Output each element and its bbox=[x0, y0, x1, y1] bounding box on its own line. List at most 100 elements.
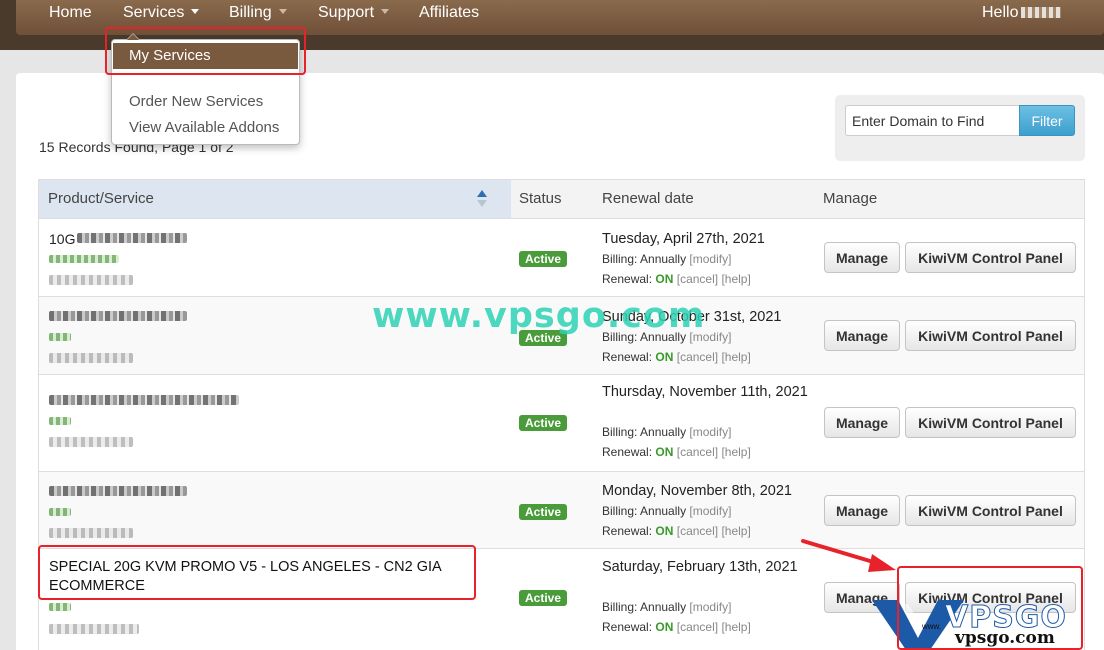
billing-value: Annually bbox=[640, 425, 687, 439]
help-link[interactable]: [help] bbox=[721, 272, 750, 286]
nav-home[interactable]: Home bbox=[49, 4, 92, 22]
redacted-ip bbox=[49, 275, 133, 285]
manage-button[interactable]: Manage bbox=[824, 242, 900, 273]
redacted-domain bbox=[49, 417, 71, 425]
cancel-link[interactable]: [cancel] bbox=[677, 620, 718, 634]
redacted-ip bbox=[49, 624, 139, 634]
menu-item-view-available-addons[interactable]: View Available Addons bbox=[129, 119, 279, 137]
billing-cycle: Billing: Annually [modify] bbox=[602, 252, 731, 266]
modify-link-text: modify bbox=[692, 425, 729, 439]
redacted-domain bbox=[49, 603, 71, 611]
header-renewal-date[interactable]: Renewal date bbox=[602, 190, 694, 207]
help-link-text: help bbox=[724, 445, 748, 459]
redacted-ip bbox=[49, 528, 133, 538]
renewal-label: Renewal: bbox=[602, 272, 653, 286]
cancel-link[interactable]: [cancel] bbox=[677, 272, 718, 286]
billing-label: Billing: bbox=[602, 252, 638, 266]
renewal-status: Renewal: ON [cancel] [help] bbox=[602, 445, 751, 459]
billing-value: Annually bbox=[640, 504, 687, 518]
redacted-ip bbox=[49, 353, 133, 363]
billing-cycle: Billing: Annually [modify] bbox=[602, 425, 731, 439]
modify-link-text: modify bbox=[692, 252, 729, 266]
nav-support-label: Support bbox=[318, 4, 375, 21]
help-link-text: help bbox=[724, 524, 748, 538]
modify-link-text: modify bbox=[692, 504, 729, 518]
chevron-down-icon bbox=[278, 9, 287, 14]
annotation-highlight-product bbox=[38, 545, 476, 600]
table-row: 10G Active Tuesday, April 27th, 2021 Bil… bbox=[39, 218, 1084, 296]
manage-button[interactable]: Manage bbox=[824, 495, 900, 526]
nav-support[interactable]: Support bbox=[318, 4, 390, 22]
nav-affiliates[interactable]: Affiliates bbox=[419, 4, 479, 22]
sort-icon[interactable] bbox=[477, 190, 487, 208]
domain-filter-panel: Filter bbox=[835, 95, 1085, 161]
help-link[interactable]: [help] bbox=[721, 620, 750, 634]
kiwivm-control-panel-button[interactable]: KiwiVM Control Panel bbox=[905, 407, 1076, 438]
renewal-status: Renewal: ON [cancel] [help] bbox=[602, 524, 751, 538]
manage-button[interactable]: Manage bbox=[824, 320, 900, 351]
billing-cycle: Billing: Annually [modify] bbox=[602, 600, 731, 614]
filter-button[interactable]: Filter bbox=[1019, 105, 1075, 136]
manage-button[interactable]: Manage bbox=[824, 407, 900, 438]
renewal-date: Saturday, February 13th, 2021 bbox=[602, 559, 798, 575]
renewal-date: Tuesday, April 27th, 2021 bbox=[602, 231, 765, 247]
billing-value: Annually bbox=[640, 600, 687, 614]
modify-link[interactable]: [modify] bbox=[689, 425, 731, 439]
chevron-down-icon bbox=[191, 9, 200, 14]
cancel-link-text: cancel bbox=[680, 524, 715, 538]
annotation-highlight-control-panel bbox=[897, 566, 1083, 650]
cancel-link-text: cancel bbox=[680, 272, 715, 286]
renewal-status: Renewal: ON [cancel] [help] bbox=[602, 272, 751, 286]
renewal-value: ON bbox=[655, 350, 674, 364]
kiwivm-control-panel-button[interactable]: KiwiVM Control Panel bbox=[905, 320, 1076, 351]
status-badge: Active bbox=[519, 251, 568, 267]
chevron-down-icon bbox=[381, 9, 390, 14]
billing-label: Billing: bbox=[602, 504, 638, 518]
nav-user-greeting[interactable]: Hello bbox=[982, 4, 1062, 22]
kiwivm-control-panel-button[interactable]: KiwiVM Control Panel bbox=[905, 242, 1076, 273]
watermark-text: www.vpsgo.com bbox=[372, 296, 706, 336]
help-link[interactable]: [help] bbox=[721, 524, 750, 538]
renewal-date: Monday, November 8th, 2021 bbox=[602, 483, 792, 499]
help-link-text: help bbox=[724, 272, 748, 286]
renewal-label: Renewal: bbox=[602, 350, 653, 364]
status-badge: Active bbox=[519, 504, 568, 520]
header-manage: Manage bbox=[823, 190, 878, 207]
cancel-link[interactable]: [cancel] bbox=[677, 445, 718, 459]
menu-item-order-new-services[interactable]: Order New Services bbox=[129, 93, 263, 111]
product-name[interactable]: 10G bbox=[49, 231, 75, 247]
cancel-link[interactable]: [cancel] bbox=[677, 350, 718, 364]
cancel-link-text: cancel bbox=[680, 350, 715, 364]
nav-services[interactable]: Services bbox=[123, 4, 200, 22]
billing-label: Billing: bbox=[602, 600, 638, 614]
help-link-text: help bbox=[724, 350, 748, 364]
renewal-label: Renewal: bbox=[602, 524, 653, 538]
help-link-text: help bbox=[724, 620, 748, 634]
greeting-text: Hello bbox=[982, 4, 1019, 21]
renewal-value: ON bbox=[655, 620, 674, 634]
redacted-domain bbox=[49, 333, 71, 341]
nav-billing[interactable]: Billing bbox=[229, 4, 287, 22]
status-badge: Active bbox=[519, 415, 568, 431]
cancel-link-text: cancel bbox=[680, 445, 715, 459]
billing-cycle: Billing: Annually [modify] bbox=[602, 504, 731, 518]
billing-label: Billing: bbox=[602, 425, 638, 439]
annotation-arrow-icon bbox=[801, 539, 896, 572]
redacted-product-name bbox=[77, 233, 187, 243]
kiwivm-control-panel-button[interactable]: KiwiVM Control Panel bbox=[905, 495, 1076, 526]
help-link[interactable]: [help] bbox=[721, 445, 750, 459]
table-header: Product/Service Status Renewal date Mana… bbox=[39, 180, 1084, 218]
nav-billing-label: Billing bbox=[229, 4, 272, 21]
cancel-link[interactable]: [cancel] bbox=[677, 524, 718, 538]
cancel-link-text: cancel bbox=[680, 620, 715, 634]
domain-search-input[interactable] bbox=[845, 105, 1021, 136]
header-status[interactable]: Status bbox=[519, 190, 562, 207]
modify-link[interactable]: [modify] bbox=[689, 504, 731, 518]
modify-link[interactable]: [modify] bbox=[689, 252, 731, 266]
modify-link[interactable]: [modify] bbox=[689, 600, 731, 614]
renewal-value: ON bbox=[655, 445, 674, 459]
help-link[interactable]: [help] bbox=[721, 350, 750, 364]
renewal-value: ON bbox=[655, 524, 674, 538]
renewal-label: Renewal: bbox=[602, 445, 653, 459]
header-product-service[interactable]: Product/Service bbox=[48, 190, 154, 207]
